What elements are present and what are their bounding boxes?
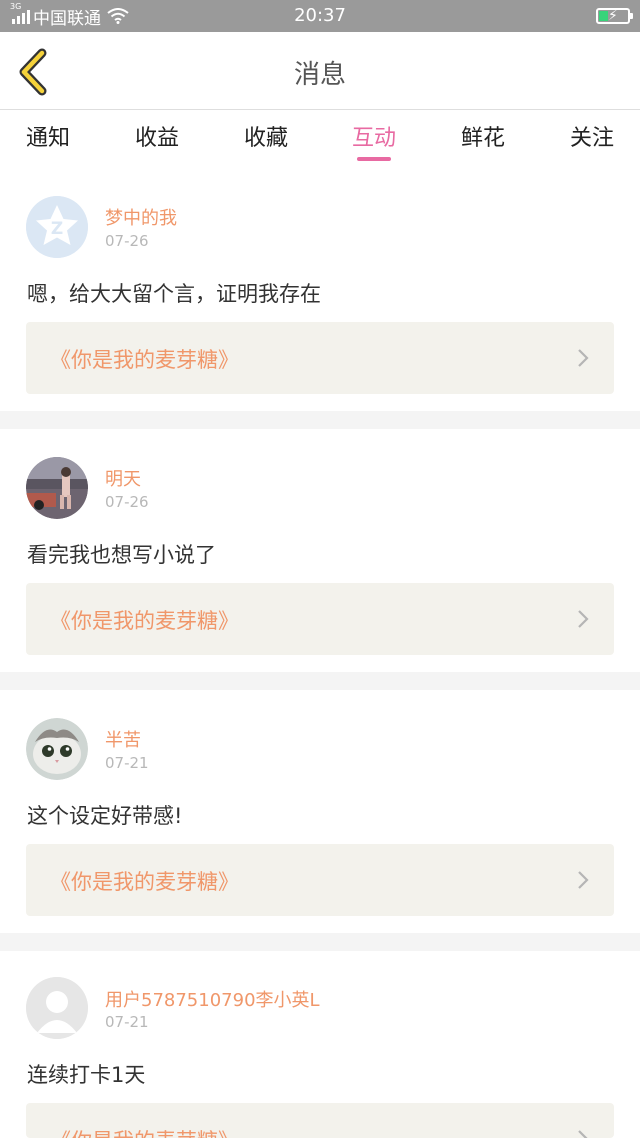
- tab-interactions[interactable]: 互动: [324, 120, 424, 152]
- comment-date: 07-21: [105, 754, 149, 772]
- tab-earnings[interactable]: 收益: [107, 120, 207, 152]
- status-time: 20:37: [294, 5, 346, 26]
- avatar[interactable]: Z: [26, 196, 88, 258]
- active-tab-indicator: [357, 157, 391, 161]
- status-bar: 3G 中国联通 20:37 ⚡: [0, 0, 640, 32]
- tab-favorites[interactable]: 收藏: [216, 120, 316, 152]
- username[interactable]: 半苦: [105, 726, 141, 752]
- book-link[interactable]: 《你是我的麦芽糖》: [26, 1103, 614, 1138]
- svg-text:Z: Z: [51, 219, 63, 239]
- default-avatar-icon: [26, 977, 88, 1039]
- comment-text: 嗯，给大大留个言，证明我存在: [27, 282, 321, 306]
- comment-text: 这个设定好带感!: [27, 804, 183, 828]
- chevron-right-icon: [578, 610, 589, 628]
- battery-icon: ⚡: [596, 8, 633, 24]
- username[interactable]: 梦中的我: [105, 204, 177, 230]
- comment-text: 看完我也想写小说了: [27, 543, 216, 567]
- user-photo: [26, 457, 88, 519]
- book-link[interactable]: 《你是我的麦芽糖》: [26, 322, 614, 394]
- book-title: 《你是我的麦芽糖》: [50, 609, 239, 633]
- chevron-right-icon: [578, 871, 589, 889]
- comment-text: 连续打卡1天: [27, 1063, 146, 1087]
- divider: [0, 411, 640, 429]
- tab-notifications[interactable]: 通知: [0, 120, 98, 152]
- tab-following[interactable]: 关注: [542, 120, 640, 152]
- nav-bar: 消息: [0, 32, 640, 110]
- tab-flowers[interactable]: 鲜花: [433, 120, 533, 152]
- book-link[interactable]: 《你是我的麦芽糖》: [26, 844, 614, 916]
- chevron-right-icon: [578, 1130, 588, 1138]
- divider: [0, 672, 640, 690]
- avatar[interactable]: [26, 718, 88, 780]
- list-item: Z 梦中的我 07-26 嗯，给大大留个言，证明我存在 《你是我的麦芽糖》: [0, 168, 640, 410]
- username[interactable]: 用户5787510790李小英L: [105, 986, 320, 1012]
- avatar[interactable]: [26, 977, 88, 1039]
- comment-date: 07-26: [105, 232, 149, 250]
- list-item: 明天 07-26 看完我也想写小说了 《你是我的麦芽糖》: [0, 429, 640, 671]
- avatar[interactable]: [26, 457, 88, 519]
- page-title: 消息: [293, 60, 346, 90]
- username[interactable]: 明天: [105, 465, 141, 491]
- list-item: 用户5787510790李小英L 07-21 连续打卡1天 《你是我的麦芽糖》: [0, 951, 640, 1138]
- list-item: 半苦 07-21 这个设定好带感! 《你是我的麦芽糖》: [0, 690, 640, 932]
- qq-zone-icon: Z: [26, 196, 88, 258]
- tab-bar: 通知 收益 收藏 互动 鲜花 关注: [0, 110, 640, 168]
- comment-date: 07-21: [105, 1013, 149, 1031]
- book-title: 《你是我的麦芽糖》: [50, 348, 239, 372]
- chevron-right-icon: [578, 349, 589, 367]
- book-title: 《你是我的麦芽糖》: [50, 1125, 239, 1138]
- book-title: 《你是我的麦芽糖》: [50, 870, 239, 894]
- cat-photo: [26, 718, 88, 780]
- comment-date: 07-26: [105, 493, 149, 511]
- book-link[interactable]: 《你是我的麦芽糖》: [26, 583, 614, 655]
- divider: [0, 933, 640, 951]
